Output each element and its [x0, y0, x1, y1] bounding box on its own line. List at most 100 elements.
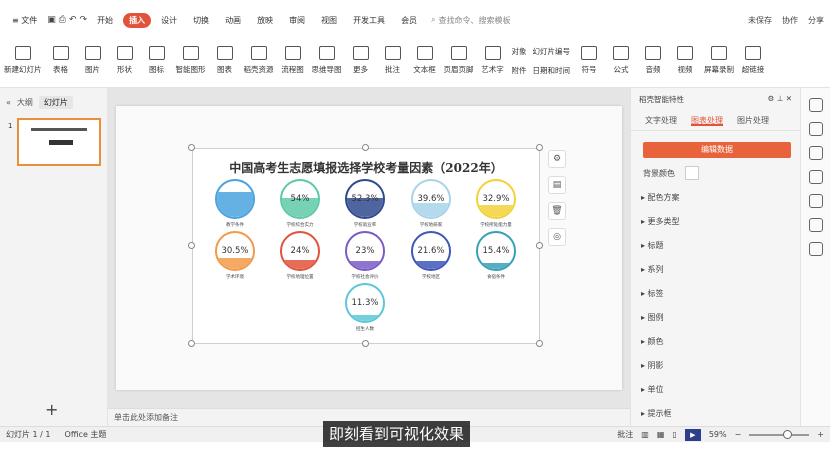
- resize-handle[interactable]: [362, 144, 369, 151]
- unsaved-button[interactable]: 未保存: [748, 15, 772, 26]
- resize-handle[interactable]: [188, 144, 195, 151]
- redo-icon[interactable]: ↷: [80, 15, 88, 25]
- edit-data-button[interactable]: 编辑数据: [643, 142, 791, 158]
- tab-transition[interactable]: 切换: [187, 13, 215, 28]
- command-search[interactable]: ⌕ 查找命令、搜索模板: [431, 15, 510, 26]
- table-button[interactable]: 表格: [48, 46, 74, 75]
- sorter-view-icon[interactable]: ▦: [657, 430, 665, 439]
- animation-icon[interactable]: [808, 146, 823, 160]
- comment-button[interactable]: 批注: [380, 46, 406, 75]
- resize-handle[interactable]: [188, 340, 195, 347]
- comment-toggle[interactable]: 批注: [617, 429, 633, 440]
- resize-handle[interactable]: [362, 340, 369, 347]
- pin-tool-icon[interactable]: [808, 122, 823, 136]
- tab-image-processing[interactable]: 图片处理: [737, 115, 769, 126]
- settings-section[interactable]: ▸ 配色方案: [641, 192, 680, 203]
- tab-design[interactable]: 设计: [155, 13, 183, 28]
- tab-developer[interactable]: 开发工具: [347, 13, 391, 28]
- bubble-value: 30.5%: [221, 246, 249, 256]
- object-button[interactable]: 对象: [512, 46, 527, 57]
- attachment-button[interactable]: 附件: [512, 65, 527, 76]
- mindmap-button[interactable]: 思维导图: [312, 46, 342, 75]
- tab-animation[interactable]: 动画: [219, 13, 247, 28]
- tab-view[interactable]: 视图: [315, 13, 343, 28]
- select-icon[interactable]: [808, 98, 823, 112]
- tab-home[interactable]: 开始: [91, 13, 119, 28]
- tab-text-processing[interactable]: 文字处理: [645, 115, 677, 126]
- zoom-slider[interactable]: [749, 429, 810, 439]
- date-time-button[interactable]: 日期和时间: [533, 65, 571, 76]
- settings-section[interactable]: ▸ 阴影: [641, 360, 664, 371]
- zoom-in-icon[interactable]: +: [817, 430, 824, 439]
- undo-icon[interactable]: ↶: [69, 15, 77, 25]
- flowchart-button[interactable]: 流程图: [280, 46, 306, 75]
- picture-button[interactable]: 图片: [80, 46, 106, 75]
- resize-handle[interactable]: [188, 242, 195, 249]
- shape-button[interactable]: 形状: [112, 46, 138, 75]
- help-icon[interactable]: [808, 194, 823, 208]
- zoom-slider-knob[interactable]: [783, 429, 793, 439]
- close-icon[interactable]: ✕: [786, 94, 792, 103]
- play-icon[interactable]: ▶: [684, 428, 701, 441]
- settings-icon[interactable]: ⚙: [768, 94, 775, 103]
- settings-section[interactable]: ▸ 提示框: [641, 408, 672, 419]
- collaborate-button[interactable]: 协作: [782, 15, 798, 26]
- tab-slideshow[interactable]: 放映: [251, 13, 279, 28]
- formula-button[interactable]: 公式: [608, 46, 634, 75]
- delete-icon[interactable]: 🗑: [548, 202, 566, 220]
- smartart-button[interactable]: 智能图形: [176, 46, 206, 75]
- export-icon[interactable]: [808, 170, 823, 184]
- chart-bubble: 11.3% 招生人数: [345, 283, 385, 332]
- tab-review[interactable]: 审阅: [283, 13, 311, 28]
- docer-resource-button[interactable]: 稻壳资源: [244, 46, 274, 75]
- chart-bubble: 39.6% 学校地研家: [411, 179, 451, 228]
- file-menu[interactable]: ≡ 文件: [6, 13, 43, 28]
- icon-button[interactable]: 图标: [144, 46, 170, 75]
- hyperlink-button[interactable]: 超链接: [740, 46, 766, 75]
- wordart-button[interactable]: 艺术字: [480, 46, 506, 75]
- pin-icon[interactable]: ⊥: [777, 94, 784, 103]
- image-icon[interactable]: [808, 218, 823, 232]
- location-icon[interactable]: [808, 242, 823, 256]
- tab-insert[interactable]: 插入: [123, 12, 152, 28]
- chart-object[interactable]: 中国高考生志愿填报选择学校考量因素（2022年） 教学条件 54% 学校综合实力 52…: [192, 148, 540, 344]
- header-footer-button[interactable]: 页眉页脚: [444, 46, 474, 75]
- normal-view-icon[interactable]: ▥: [641, 430, 649, 439]
- textbox-button[interactable]: 文本框: [412, 46, 438, 75]
- video-button[interactable]: 视频: [672, 46, 698, 75]
- reading-view-icon[interactable]: ▯: [672, 430, 676, 439]
- new-slide-button[interactable]: 新建幻灯片: [4, 46, 42, 75]
- chart-button[interactable]: 图表: [212, 46, 238, 75]
- settings-section[interactable]: ▸ 更多类型: [641, 216, 680, 227]
- settings-section[interactable]: ▸ 标题: [641, 240, 664, 251]
- resize-handle[interactable]: [536, 242, 543, 249]
- tab-slides[interactable]: 幻灯片: [38, 96, 73, 109]
- collapse-icon[interactable]: «: [6, 98, 11, 107]
- more-button[interactable]: 更多: [348, 46, 374, 75]
- save-icon[interactable]: ▣: [47, 15, 56, 25]
- resize-handle[interactable]: [536, 340, 543, 347]
- add-slide-button[interactable]: +: [45, 400, 58, 419]
- settings-section[interactable]: ▸ 图例: [641, 312, 664, 323]
- screen-record-button[interactable]: 屏幕录制: [704, 46, 734, 75]
- chart-style-icon[interactable]: ⚙: [548, 150, 566, 168]
- tab-chart-processing[interactable]: 图表处理: [691, 115, 723, 126]
- zoom-level[interactable]: 59%: [709, 430, 727, 439]
- settings-section[interactable]: ▸ 颜色: [641, 336, 664, 347]
- chart-element-icon[interactable]: ▤: [548, 176, 566, 194]
- share-button[interactable]: 分享: [808, 15, 824, 26]
- tab-member[interactable]: 会员: [395, 13, 423, 28]
- settings-section[interactable]: ▸ 系列: [641, 264, 664, 275]
- background-color-swatch[interactable]: [685, 166, 699, 180]
- print-icon[interactable]: ⎙: [59, 15, 66, 25]
- settings-section[interactable]: ▸ 单位: [641, 384, 664, 395]
- slide-thumbnail[interactable]: [17, 118, 101, 166]
- tab-outline[interactable]: 大纲: [17, 97, 33, 108]
- audio-button[interactable]: 音频: [640, 46, 666, 75]
- resize-handle[interactable]: [536, 144, 543, 151]
- slide-number-button[interactable]: 幻灯片编号: [533, 46, 571, 57]
- symbol-button[interactable]: 符号: [576, 46, 602, 75]
- bulb-icon[interactable]: ◎: [548, 228, 566, 246]
- zoom-out-icon[interactable]: −: [735, 430, 742, 439]
- settings-section[interactable]: ▸ 标签: [641, 288, 664, 299]
